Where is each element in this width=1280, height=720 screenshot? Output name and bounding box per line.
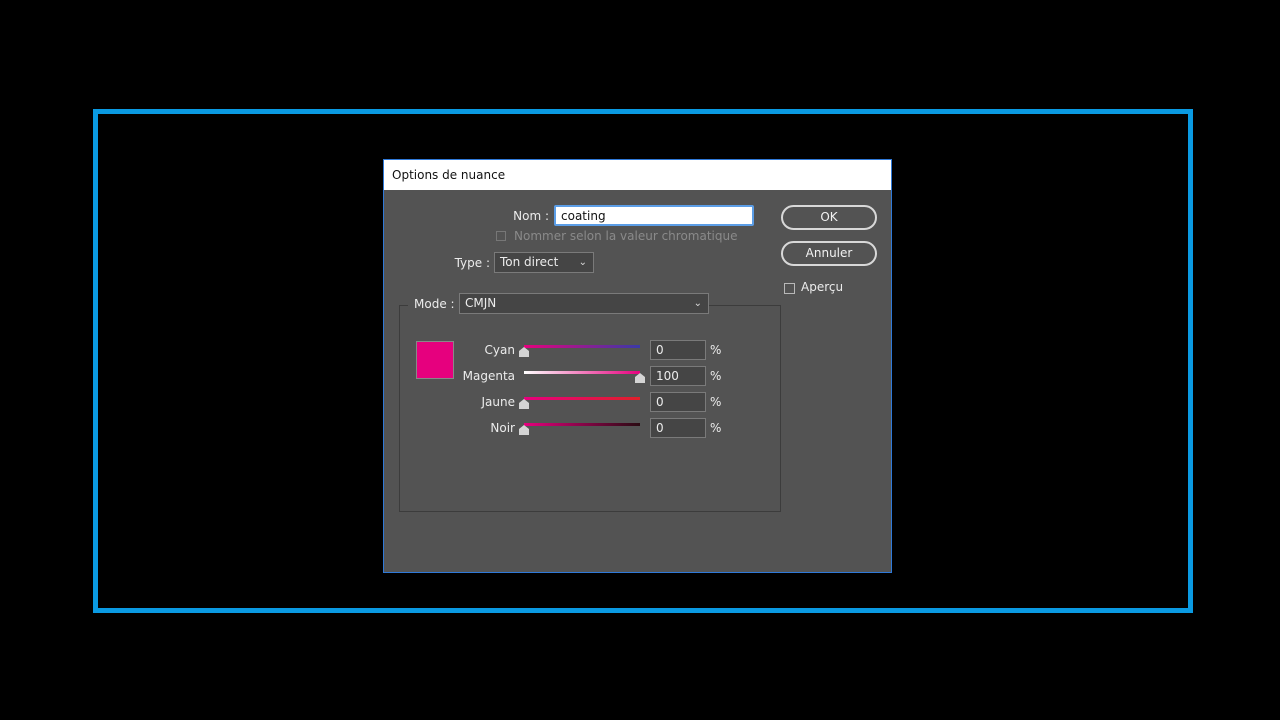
cancel-button[interactable]: Annuler xyxy=(781,241,877,266)
ok-button[interactable]: OK xyxy=(781,205,877,230)
jaune-slider-track[interactable] xyxy=(524,397,640,400)
cyan-slider-track[interactable] xyxy=(524,345,640,348)
screen: Options de nuance Nom : Nommer selon la … xyxy=(0,0,1280,720)
preview-checkbox[interactable] xyxy=(784,283,795,294)
magenta-percent-sign: % xyxy=(710,369,722,383)
mode-label: Mode : xyxy=(408,297,459,311)
name-by-value-label: Nommer selon la valeur chromatique xyxy=(514,229,738,243)
name-by-value-checkbox[interactable] xyxy=(496,231,506,241)
name-input[interactable] xyxy=(554,205,754,226)
magenta-slider-track[interactable] xyxy=(524,371,640,374)
jaune-percent-sign: % xyxy=(710,395,722,409)
type-select-value: Ton direct xyxy=(500,255,559,269)
chevron-down-icon: ⌄ xyxy=(578,257,587,268)
cyan-percent-sign: % xyxy=(710,343,722,357)
mode-select-value: CMJN xyxy=(465,296,497,310)
noir-value-input[interactable] xyxy=(650,418,706,438)
noir-label: Noir xyxy=(490,421,515,435)
name-label: Nom : xyxy=(513,209,549,223)
cyan-value-input[interactable] xyxy=(650,340,706,360)
type-select[interactable]: Ton direct ⌄ xyxy=(494,252,594,273)
dialog-title: Options de nuance xyxy=(384,160,891,190)
noir-percent-sign: % xyxy=(710,421,722,435)
swatch-options-dialog: Options de nuance Nom : Nommer selon la … xyxy=(383,159,892,573)
magenta-label: Magenta xyxy=(462,369,515,383)
magenta-value-input[interactable] xyxy=(650,366,706,386)
preview-label: Aperçu xyxy=(801,280,844,294)
mode-select[interactable]: CMJN ⌄ xyxy=(459,293,709,314)
noir-slider-track[interactable] xyxy=(524,423,640,426)
jaune-value-input[interactable] xyxy=(650,392,706,412)
chevron-down-icon: ⌄ xyxy=(693,298,702,309)
cyan-label: Cyan xyxy=(484,343,515,357)
type-label: Type : xyxy=(454,256,490,270)
jaune-label: Jaune xyxy=(481,395,516,409)
